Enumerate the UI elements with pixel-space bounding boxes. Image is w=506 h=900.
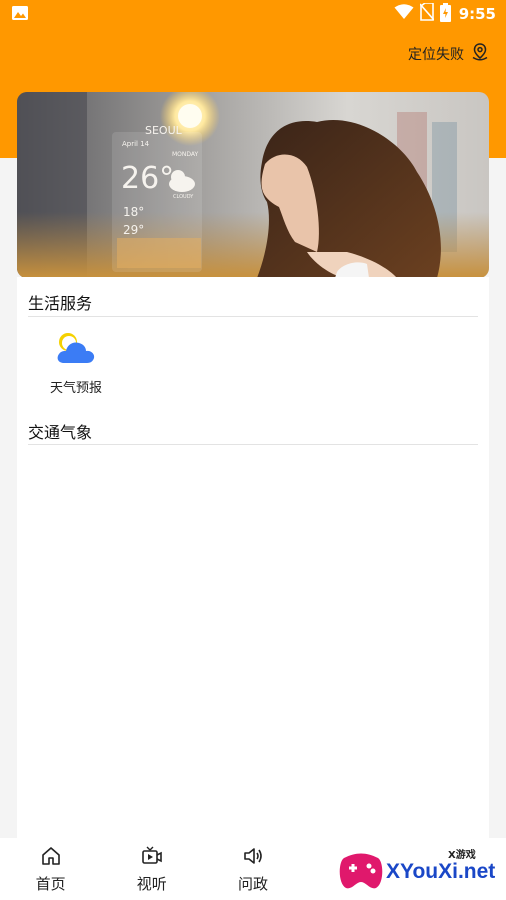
widget-condition: CLOUDY bbox=[173, 194, 194, 200]
wifi-icon bbox=[394, 4, 414, 24]
tab-politics[interactable]: 问政 bbox=[202, 838, 303, 900]
status-bar: 9:55 bbox=[0, 0, 506, 28]
content-card: 生活服务 天气预报 交通气象 bbox=[17, 277, 489, 839]
video-icon bbox=[141, 846, 163, 870]
tab-home-label: 首页 bbox=[35, 875, 66, 893]
weather-forecast-label: 天气预报 bbox=[49, 381, 102, 396]
tab-video-label: 视听 bbox=[136, 875, 167, 893]
weather-cloud-icon bbox=[54, 333, 98, 371]
divider bbox=[28, 316, 478, 317]
watermark: X游戏 XYouXi.net bbox=[336, 844, 506, 898]
gallery-notification-icon bbox=[12, 5, 28, 24]
speaker-icon bbox=[242, 846, 264, 870]
no-sim-icon bbox=[419, 2, 435, 25]
section-title-traffic-weather: 交通气象 bbox=[28, 423, 93, 442]
home-icon bbox=[40, 846, 62, 870]
widget-temp: 26° bbox=[121, 161, 174, 196]
location-button[interactable]: 定位失败 bbox=[408, 42, 490, 66]
tab-politics-label: 问政 bbox=[237, 875, 268, 893]
battery-icon bbox=[439, 2, 451, 26]
watermark-sub: X游戏 bbox=[448, 850, 476, 861]
widget-day: MONDAY bbox=[172, 151, 199, 158]
widget-city: SEOUL bbox=[145, 124, 183, 137]
widget-high: 29° bbox=[123, 223, 144, 237]
tab-video[interactable]: 视听 bbox=[101, 838, 202, 900]
widget-date: April 14 bbox=[122, 140, 150, 148]
widget-low: 18° bbox=[123, 205, 144, 219]
tab-home[interactable]: 首页 bbox=[0, 838, 101, 900]
section-title-life-services: 生活服务 bbox=[28, 294, 93, 313]
location-label: 定位失败 bbox=[408, 47, 464, 63]
divider bbox=[28, 444, 478, 445]
weather-forecast-button[interactable]: 天气预报 bbox=[41, 329, 111, 396]
gamepad-logo-icon bbox=[339, 853, 383, 889]
map-pin-icon bbox=[470, 42, 490, 66]
watermark-brand: XYouXi.net bbox=[386, 860, 496, 883]
status-time: 9:55 bbox=[458, 5, 496, 23]
banner-image[interactable]: SEOUL April 14 26° MONDAY CLOUDY 18° 29° bbox=[17, 92, 489, 278]
